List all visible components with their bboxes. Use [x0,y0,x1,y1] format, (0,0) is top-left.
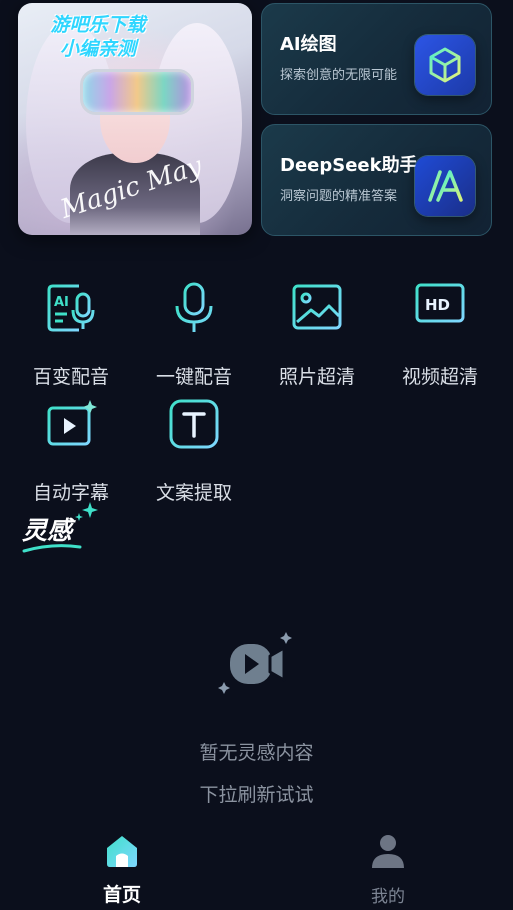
tool-label: 文案提取 [155,482,232,504]
inspiration-underline [22,544,82,553]
tool-label: 自动字幕 [32,482,109,504]
tool-label: 百变配音 [32,366,109,388]
tool-label: 照片超清 [278,366,355,388]
home-icon [107,836,137,867]
photo-icon [292,284,342,330]
deepseek-a-icon [415,156,475,216]
empty-message: 暂无灵感内容 [199,742,314,764]
tool-label: 视频超清 [401,366,478,388]
nav-mine[interactable]: 我的 [318,820,458,910]
hero-banner[interactable]: Magic May 游吧乐下载 小编亲测 [18,3,252,235]
empty-video-icon [218,632,292,694]
feature-card-deepseek[interactable]: DeepSeek助手 洞察问题的精准答案 [261,124,492,236]
feature-card-ai-draw[interactable]: AI绘图 探索创意的无限可能 [261,3,492,115]
user-icon [372,835,404,868]
svg-text:HD: HD [425,296,450,314]
video-subtitle-icon [47,400,97,446]
tool-video-hd[interactable]: HD 视频超清 [387,282,493,392]
text-extract-icon [169,399,219,449]
tool-one-click-voice[interactable]: 一键配音 [141,282,247,392]
nav-mine-label: 我的 [371,887,405,907]
watermark-line2: 小编亲测 [59,38,136,60]
nav-home[interactable]: 首页 [52,820,192,910]
inspiration-header: 灵感 [22,502,98,553]
inspiration-title: 灵感 [22,516,73,545]
watermark: 游吧乐下载 小编亲测 [18,13,178,61]
feature-title: DeepSeek助手 [280,155,418,176]
watermark-line1: 游吧乐下载 [50,14,146,36]
tool-ai-voice[interactable]: AI 百变配音 [18,282,124,392]
sparkle-icon [75,502,98,521]
tool-label: 一键配音 [155,366,232,388]
cube-icon [415,35,475,95]
nav-home-label: 首页 [102,884,141,906]
feature-subtitle: 洞察问题的精准答案 [280,189,398,204]
hd-icon: HD [415,283,465,331]
microphone-icon [175,282,213,332]
tool-photo-hd[interactable]: 照片超清 [264,282,370,392]
hero-vr-visor [80,69,194,115]
tool-text-extract[interactable]: 文案提取 [141,398,247,508]
ai-voice-icon: AI [47,284,95,332]
feature-title: AI绘图 [280,34,337,55]
feature-subtitle: 探索创意的无限可能 [280,68,398,83]
tool-auto-subtitle[interactable]: 自动字幕 [18,398,124,508]
empty-hint: 下拉刷新试试 [199,784,314,806]
svg-text:AI: AI [54,295,69,310]
bottom-nav: 首页 我的 [0,820,513,910]
